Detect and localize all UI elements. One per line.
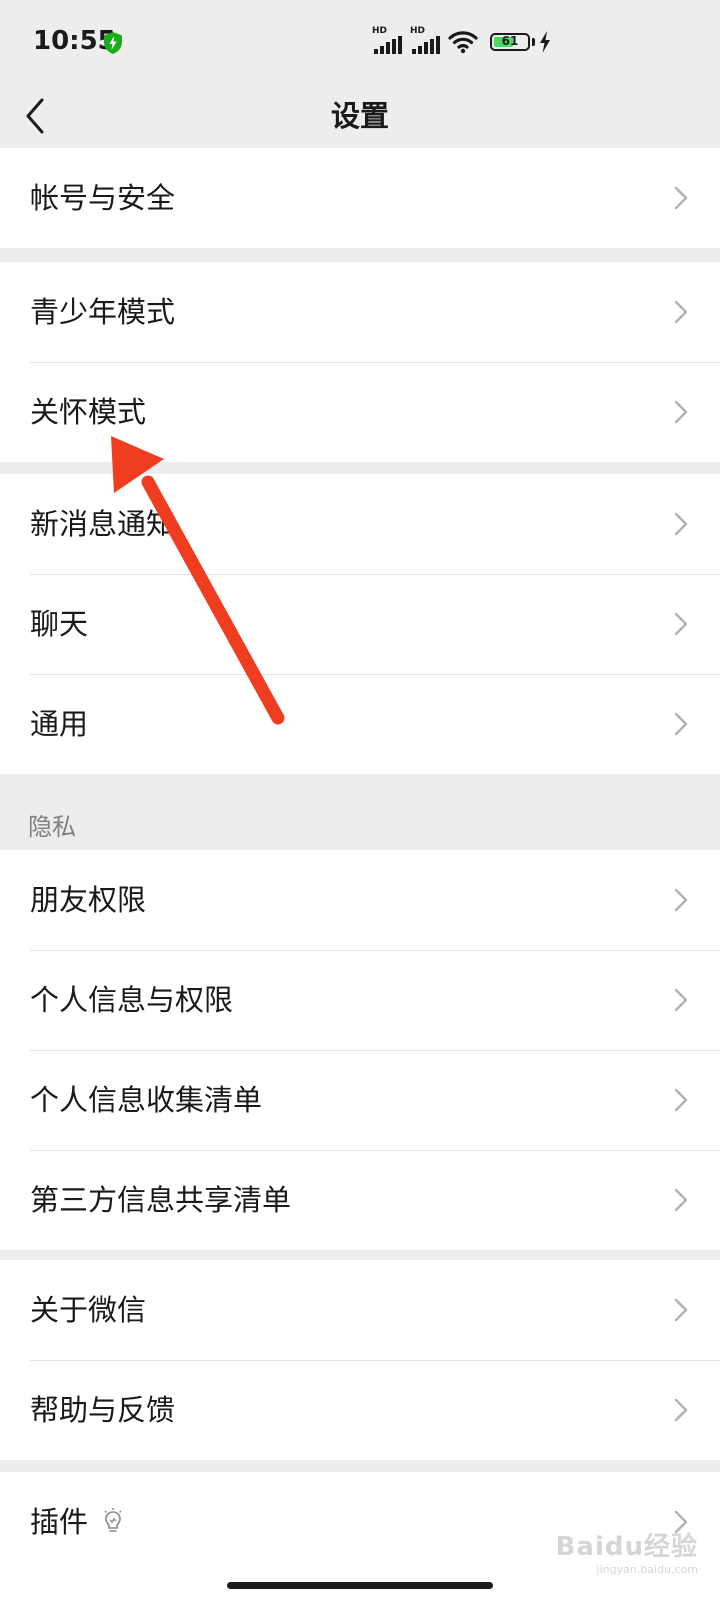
lightbulb-icon (104, 1508, 122, 1532)
chevron-right-icon (674, 712, 688, 736)
chevron-right-icon (674, 1298, 688, 1322)
battery-icon: 61 (490, 33, 530, 51)
settings-item-label: 个人信息与权限 (30, 983, 234, 1017)
settings-item-label: 关怀模式 (30, 395, 147, 429)
settings-group-account: 帐号与安全 (0, 148, 720, 248)
hd-badge-2: HD (410, 26, 426, 36)
settings-group-general: 新消息通知 聊天 通用 (0, 474, 720, 774)
battery-level: 61 (501, 34, 519, 48)
hd-badge: HD (372, 26, 388, 36)
shield-icon (104, 32, 122, 54)
watermark-subtext: jingyan.baidu.com (596, 1563, 698, 1576)
settings-item-personal-info-permissions[interactable]: 个人信息与权限 (0, 950, 720, 1050)
wifi-icon (448, 31, 478, 54)
settings-item-general[interactable]: 通用 (0, 674, 720, 774)
settings-item-teen-mode[interactable]: 青少年模式 (0, 262, 720, 362)
settings-item-friend-permissions[interactable]: 朋友权限 (0, 850, 720, 950)
settings-group-about: 关于微信 帮助与反馈 (0, 1260, 720, 1460)
cell-signal-icon-2: HD (410, 26, 444, 56)
settings-item-notifications[interactable]: 新消息通知 (0, 474, 720, 574)
chevron-right-icon (674, 612, 688, 636)
battery-cap (532, 38, 535, 46)
watermark-text: Baidu经验 (555, 1532, 698, 1562)
chevron-right-icon (674, 186, 688, 210)
settings-item-chat[interactable]: 聊天 (0, 574, 720, 674)
settings-group-privacy: 朋友权限 个人信息与权限 个人信息收集清单 第三方信息共享清单 (0, 850, 720, 1250)
settings-item-label: 插件 (30, 1505, 89, 1539)
settings-item-label: 新消息通知 (30, 507, 176, 541)
nav-bar: 设置 (0, 86, 720, 150)
chevron-right-icon (674, 888, 688, 912)
cell-signal-icon: HD (372, 26, 406, 56)
settings-item-label: 青少年模式 (30, 295, 176, 329)
chevron-right-icon (674, 1188, 688, 1212)
settings-item-personal-info-collection[interactable]: 个人信息收集清单 (0, 1050, 720, 1150)
settings-item-label: 通用 (30, 707, 89, 741)
charging-bolt-icon (540, 31, 550, 53)
settings-item-label: 关于微信 (30, 1293, 147, 1327)
settings-item-label: 帮助与反馈 (30, 1393, 176, 1427)
settings-item-label: 个人信息收集清单 (30, 1083, 263, 1117)
chevron-right-icon (674, 1088, 688, 1112)
chevron-right-icon (674, 300, 688, 324)
settings-group-modes: 青少年模式 关怀模式 (0, 262, 720, 462)
section-header-privacy: 隐私 (28, 813, 76, 841)
page-title: 设置 (330, 99, 389, 133)
status-bar: 10:55 HD HD 61 (0, 0, 720, 86)
chevron-right-icon (674, 1398, 688, 1422)
settings-item-help-feedback[interactable]: 帮助与反馈 (0, 1360, 720, 1460)
home-indicator[interactable] (227, 1582, 493, 1589)
chevron-right-icon (674, 512, 688, 536)
watermark: Baidu经验 jingyan.baidu.com (556, 1526, 698, 1576)
settings-item-account-security[interactable]: 帐号与安全 (0, 148, 720, 248)
chevron-right-icon (674, 988, 688, 1012)
settings-item-care-mode[interactable]: 关怀模式 (0, 362, 720, 462)
settings-item-label: 帐号与安全 (30, 181, 176, 215)
settings-item-label: 聊天 (30, 607, 89, 641)
settings-item-label: 第三方信息共享清单 (30, 1183, 292, 1217)
settings-item-about-wechat[interactable]: 关于微信 (0, 1260, 720, 1360)
settings-item-label: 朋友权限 (30, 883, 147, 917)
chevron-right-icon (674, 400, 688, 424)
settings-item-third-party-sharing[interactable]: 第三方信息共享清单 (0, 1150, 720, 1250)
